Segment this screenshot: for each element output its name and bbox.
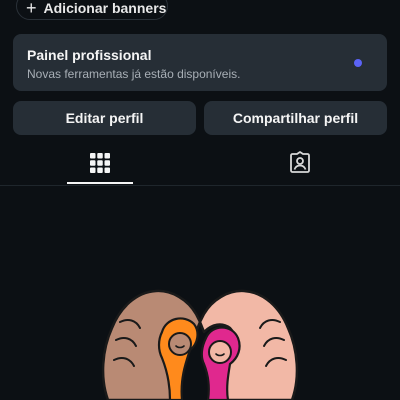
hands-heart-illustration [101, 289, 299, 400]
share-profile-button[interactable]: Compartilhar perfil [204, 101, 387, 135]
tab-grid[interactable] [0, 140, 200, 185]
profile-actions: Editar perfil Compartilhar perfil [13, 101, 387, 135]
plus-icon: + [26, 0, 37, 18]
professional-panel-title: Painel profissional [27, 47, 152, 63]
grid-icon [90, 152, 110, 173]
edit-profile-button[interactable]: Editar perfil [13, 101, 196, 135]
profile-screen: + Adicionar banners Painel profissional … [0, 0, 400, 400]
add-banners-button[interactable]: + Adicionar banners [16, 0, 168, 20]
professional-panel-subtitle: Novas ferramentas já estão disponíveis. [27, 67, 241, 81]
add-banners-label: Adicionar banners [43, 0, 167, 16]
selected-tab-indicator [67, 182, 133, 184]
tagged-person-icon [290, 150, 310, 173]
professional-panel-card[interactable]: Painel profissional Novas ferramentas já… [13, 34, 387, 91]
new-indicator-dot [354, 59, 362, 67]
profile-tabs [0, 140, 400, 186]
tab-tagged[interactable] [200, 140, 400, 185]
